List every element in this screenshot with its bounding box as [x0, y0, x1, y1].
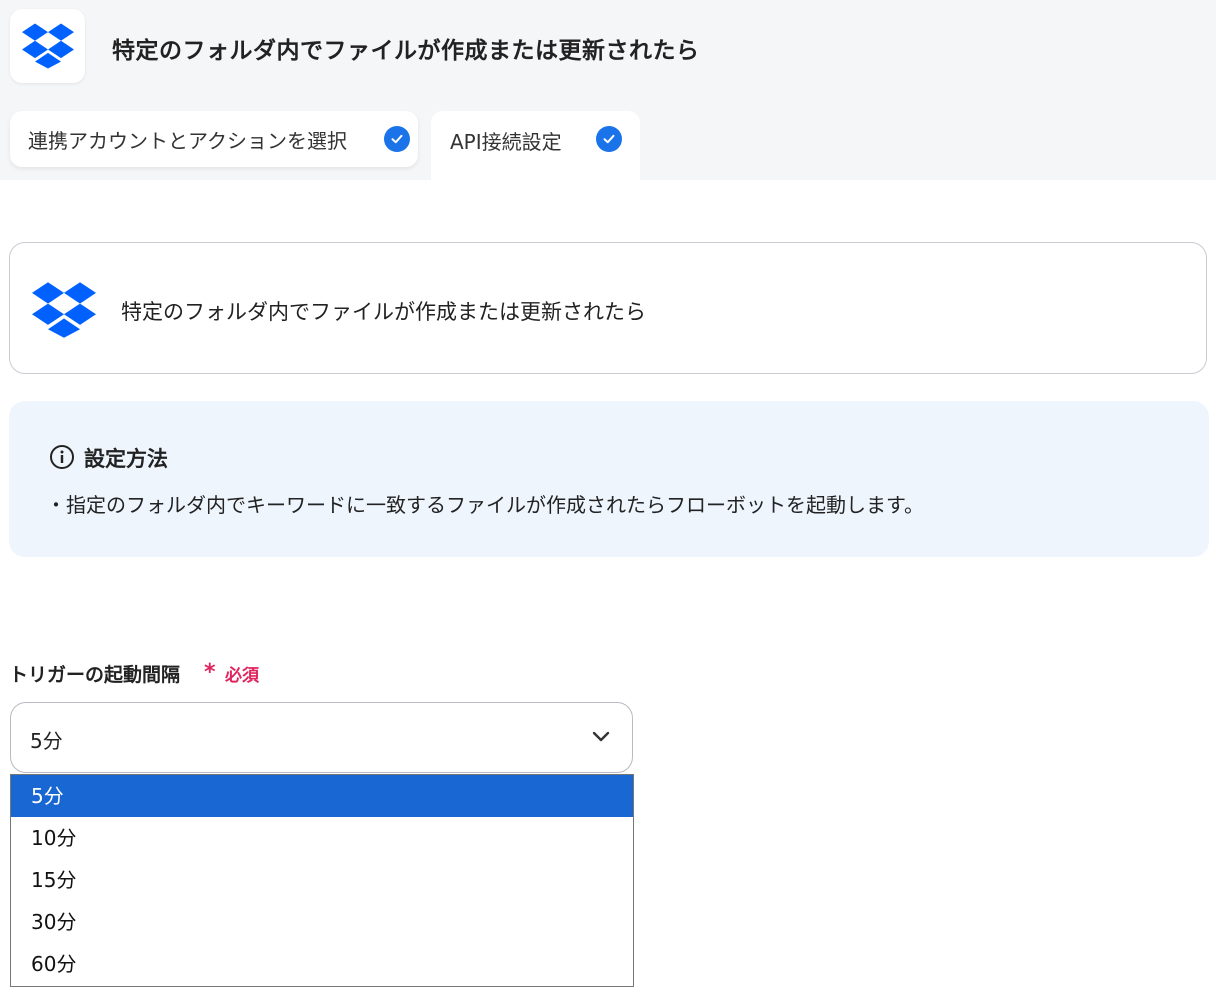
dropdown-option-15min[interactable]: 15分 — [11, 859, 633, 901]
dropbox-logo-icon — [32, 282, 96, 338]
select-value: 5分 — [30, 729, 63, 753]
trigger-title: 特定のフォルダ内でファイルが作成または更新されたら — [121, 300, 646, 324]
interval-select[interactable]: 5分 — [10, 702, 633, 773]
interval-field-label: トリガーの起動間隔 — [9, 664, 181, 686]
page-title: 特定のフォルダ内でファイルが作成または更新されたら — [112, 38, 700, 64]
required-badge: 必須 — [225, 666, 259, 686]
dropdown-option-10min[interactable]: 10分 — [11, 817, 633, 859]
tab-account-action[interactable]: 連携アカウントとアクションを選択 — [10, 111, 418, 167]
tab-api-settings[interactable]: API接続設定 — [431, 111, 640, 180]
chevron-down-icon — [592, 731, 610, 742]
dropdown-option-30min[interactable]: 30分 — [11, 901, 633, 943]
interval-dropdown-list: 5分 10分 15分 30分 60分 — [10, 774, 634, 987]
dropdown-option-5min[interactable]: 5分 — [11, 775, 633, 817]
required-star: * — [204, 660, 216, 685]
app-logo — [10, 9, 85, 83]
check-icon — [384, 126, 410, 152]
trigger-card: 特定のフォルダ内でファイルが作成または更新されたら — [9, 242, 1207, 374]
check-icon — [596, 126, 622, 152]
info-text: ・指定のフォルダ内でキーワードに一致するファイルが作成されたらフローボットを起動… — [46, 493, 924, 517]
tab-label: 連携アカウントとアクションを選択 — [28, 128, 347, 153]
dropbox-logo-icon — [21, 23, 74, 69]
info-circle-icon — [50, 445, 74, 469]
tab-label: API接続設定 — [450, 130, 562, 154]
info-box: 設定方法 ・指定のフォルダ内でキーワードに一致するファイルが作成されたらフローボ… — [9, 401, 1209, 557]
dropdown-option-60min[interactable]: 60分 — [11, 943, 633, 985]
info-title: 設定方法 — [84, 447, 168, 471]
